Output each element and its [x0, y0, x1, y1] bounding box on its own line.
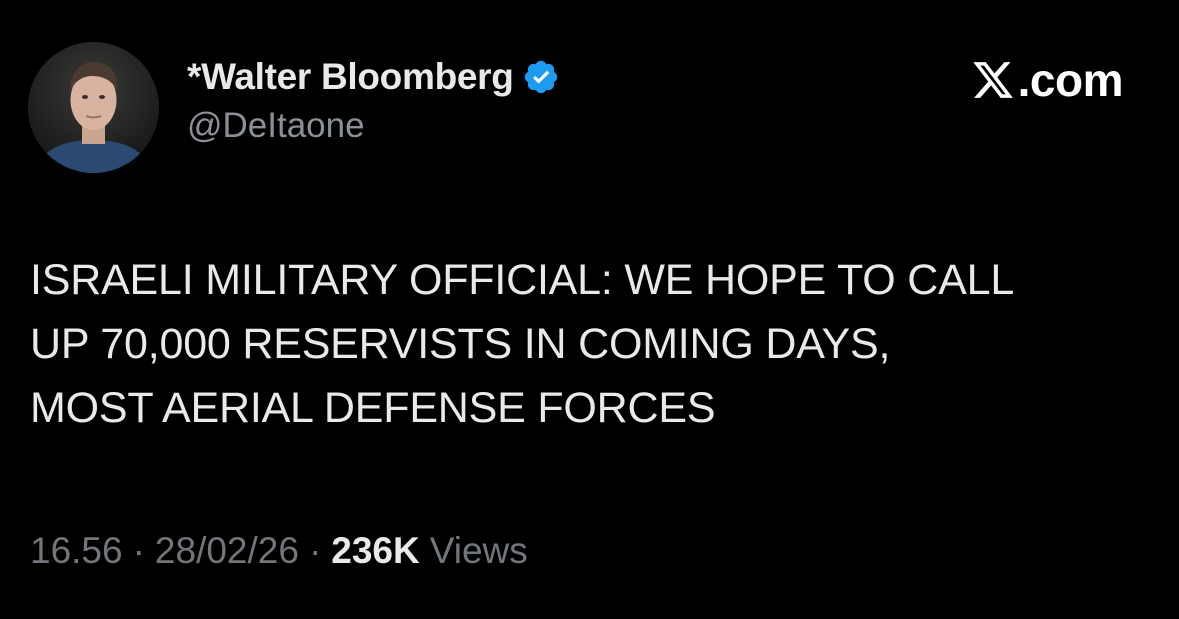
- author-display-name[interactable]: *Walter Bloomberg: [187, 56, 514, 98]
- author-info: *Walter Bloomberg @DeItaone: [187, 54, 560, 146]
- views-label: Views: [429, 530, 528, 571]
- tweet-card: *Walter Bloomberg @DeItaone .com ISRAELI…: [0, 0, 1179, 619]
- tweet-metadata: 16.56 · 28/02/26 · 236K Views: [30, 530, 528, 572]
- meta-separator: ·: [132, 530, 145, 571]
- views-count[interactable]: 236K: [331, 530, 419, 572]
- tweet-text-line: MOST AERIAL DEFENSE FORCES: [30, 384, 716, 432]
- name-row: *Walter Bloomberg: [187, 54, 560, 100]
- verified-badge-icon: [522, 58, 560, 96]
- tweet-text-line: ISRAELI MILITARY OFFICIAL: WE HOPE TO CA…: [30, 256, 1015, 304]
- meta-separator: ·: [308, 530, 322, 571]
- avatar-photo-icon: [28, 42, 159, 173]
- author-avatar[interactable]: [28, 42, 159, 173]
- x-logo-icon: [970, 58, 1016, 102]
- tweet-text: ISRAELI MILITARY OFFICIAL: WE HOPE TO CA…: [30, 248, 1150, 440]
- brand-watermark: .com: [970, 52, 1124, 108]
- author-handle[interactable]: @DeItaone: [187, 106, 560, 146]
- tweet-time[interactable]: 16.56: [30, 530, 123, 572]
- brand-domain-text: .com: [1017, 54, 1124, 106]
- tweet-text-line: UP 70,000 RESERVISTS IN COMING DAYS,: [30, 320, 891, 368]
- tweet-date[interactable]: 28/02/26: [155, 530, 299, 572]
